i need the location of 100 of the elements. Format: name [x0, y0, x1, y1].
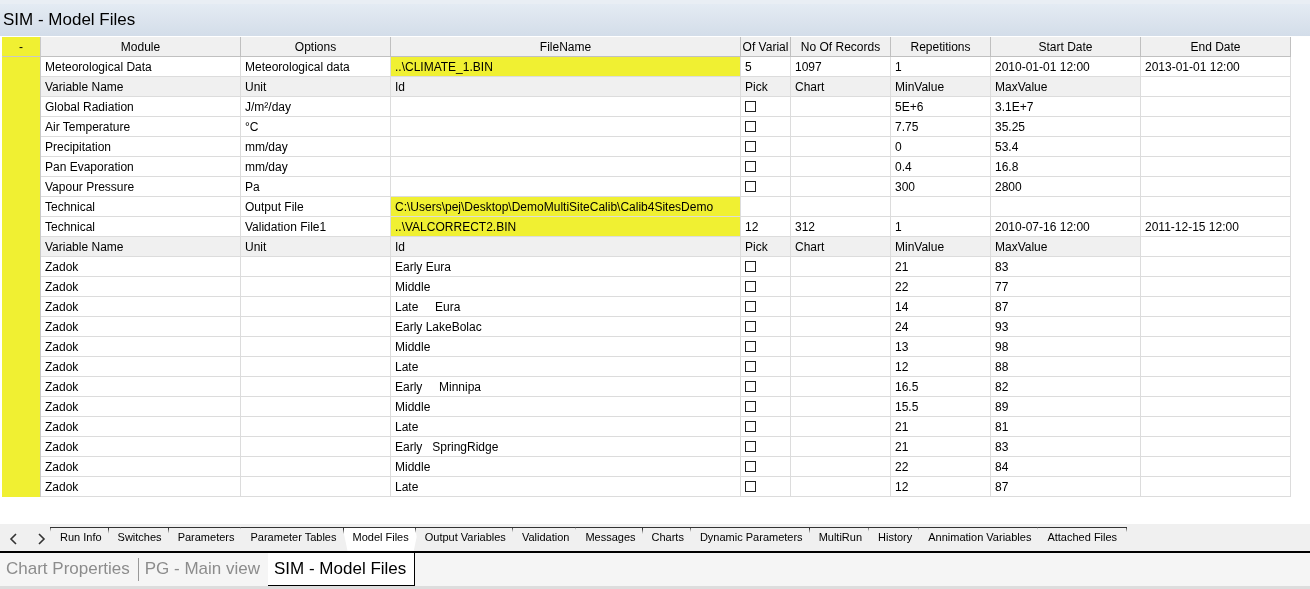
table-cell: 35.25	[991, 117, 1141, 138]
table-cell: Technical	[41, 197, 241, 218]
table-cell: 88	[991, 357, 1141, 378]
table-cell: Vapour Pressure	[41, 177, 241, 198]
checkbox[interactable]	[745, 141, 756, 153]
checkbox[interactable]	[745, 321, 756, 333]
checkbox[interactable]	[745, 181, 756, 193]
subheader-cell: Id	[391, 237, 741, 258]
table-cell: 16.8	[991, 157, 1141, 178]
checkbox[interactable]	[745, 261, 756, 273]
table-cell: Late	[391, 357, 741, 378]
checkbox[interactable]	[745, 361, 756, 373]
file-path-cell[interactable]: ..\CLIMATE_1.BIN	[391, 57, 741, 78]
checkbox[interactable]	[745, 441, 756, 453]
table-cell: 0	[891, 137, 991, 158]
table-cell: Late	[391, 417, 741, 438]
table-cell: Zadok	[41, 477, 241, 498]
checkbox[interactable]	[745, 121, 756, 133]
column-header[interactable]: Module	[41, 37, 241, 58]
column-header[interactable]: Repetitions	[891, 37, 991, 58]
table-cell: 93	[991, 317, 1141, 338]
checkbox[interactable]	[745, 281, 756, 293]
table-cell: Zadok	[41, 417, 241, 438]
column-header[interactable]: Start Date	[991, 37, 1141, 58]
table-cell: 16.5	[891, 377, 991, 398]
checkbox[interactable]	[745, 301, 756, 313]
table-cell: °C	[241, 117, 391, 138]
subheader-cell: Pick	[741, 237, 791, 258]
table-cell: 98	[991, 337, 1141, 358]
column-header[interactable]: Of Varial	[741, 37, 791, 58]
checkbox[interactable]	[745, 161, 756, 173]
table-cell: 24	[891, 317, 991, 338]
sheet-tab[interactable]: Model Files	[342, 526, 419, 551]
table-cell: Late	[391, 477, 741, 498]
table-cell: Early SpringRidge	[391, 437, 741, 458]
table-cell: Zadok	[41, 437, 241, 458]
table-cell: Early Eura	[391, 257, 741, 278]
checkbox[interactable]	[745, 341, 756, 353]
table-cell: 87	[991, 297, 1141, 318]
table-cell: Middle	[391, 337, 741, 358]
column-header[interactable]: No Of Records	[791, 37, 891, 58]
table-cell: Pan Evaporation	[41, 157, 241, 178]
table-cell: Middle	[391, 397, 741, 418]
table-cell: Validation File1	[241, 217, 391, 238]
table-cell: Late Eura	[391, 297, 741, 318]
checkbox[interactable]	[745, 481, 756, 493]
table-cell: 5	[741, 57, 791, 78]
subheader-cell: Id	[391, 77, 741, 98]
table-cell: Zadok	[41, 357, 241, 378]
subheader-cell: MaxValue	[991, 77, 1141, 98]
table-cell: 312	[791, 217, 891, 238]
file-path-cell[interactable]: C:\Users\pej\Desktop\DemoMultiSiteCalib\Calib4SitesDemo	[391, 197, 741, 218]
table-cell: Zadok	[41, 397, 241, 418]
table-cell: 2010-07-16 12:00	[991, 217, 1141, 238]
table-cell: Precipitation	[41, 137, 241, 158]
subheader-cell: Unit	[241, 237, 391, 258]
column-header[interactable]: Options	[241, 37, 391, 58]
table-cell: 3.1E+7	[991, 97, 1141, 118]
checkbox[interactable]	[745, 101, 756, 113]
table-cell: 83	[991, 437, 1141, 458]
collapse-button[interactable]: -	[2, 37, 41, 58]
document-tab[interactable]: SIM - Model Files	[268, 552, 416, 586]
table-cell: Output File	[241, 197, 391, 218]
table-cell: 84	[991, 457, 1141, 478]
checkbox[interactable]	[745, 401, 756, 413]
column-header[interactable]: FileName	[391, 37, 741, 58]
subheader-cell: Chart	[791, 77, 891, 98]
table-cell: Zadok	[41, 457, 241, 478]
table-cell: 22	[891, 457, 991, 478]
subheader-cell: MinValue	[891, 77, 991, 98]
subheader-cell: Pick	[741, 77, 791, 98]
subheader-cell: Chart	[791, 237, 891, 258]
file-path-cell[interactable]: ..\VALCORRECT2.BIN	[391, 217, 741, 238]
table-cell: 2013-01-01 12:00	[1141, 57, 1291, 78]
subheader-cell: Variable Name	[41, 237, 241, 258]
table-cell: 0.4	[891, 157, 991, 178]
table-cell: 7.75	[891, 117, 991, 138]
table-cell: Global Radiation	[41, 97, 241, 118]
table-cell: J/m²/day	[241, 97, 391, 118]
subheader-cell: Unit	[241, 77, 391, 98]
table-cell: 15.5	[891, 397, 991, 418]
checkbox[interactable]	[745, 381, 756, 393]
table-cell: 13	[891, 337, 991, 358]
checkbox[interactable]	[745, 461, 756, 473]
table-cell: Meteorological Data	[41, 57, 241, 78]
table-cell: 22	[891, 277, 991, 298]
table-cell: Early LakeBolac	[391, 317, 741, 338]
table-cell: Technical	[41, 217, 241, 238]
column-header[interactable]: End Date	[1141, 37, 1291, 58]
table-cell: 14	[891, 297, 991, 318]
table-cell: 83	[991, 257, 1141, 278]
checkbox[interactable]	[745, 421, 756, 433]
table-cell: mm/day	[241, 137, 391, 158]
subheader-cell: MaxValue	[991, 237, 1141, 258]
table-cell: 53.4	[991, 137, 1141, 158]
table-cell: Air Temperature	[41, 117, 241, 138]
table-cell: 12	[891, 477, 991, 498]
table-cell: 77	[991, 277, 1141, 298]
table-cell: 21	[891, 437, 991, 458]
table-cell: Middle	[391, 277, 741, 298]
